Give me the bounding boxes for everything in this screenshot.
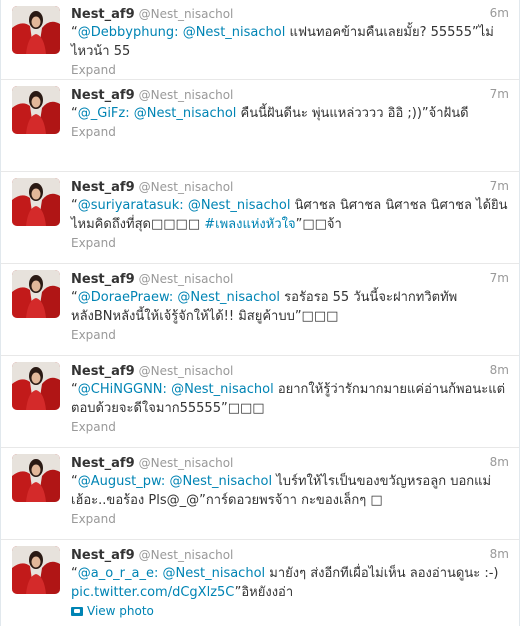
username[interactable]: @Nest_nisachol — [139, 7, 234, 21]
mention-link[interactable]: @Nest_nisachol — [169, 474, 272, 489]
quote-mark: “ — [71, 474, 78, 489]
photo-link[interactable]: pic.twitter.com/dCgXlz5C — [71, 585, 235, 600]
avatar[interactable] — [12, 6, 60, 54]
avatar[interactable] — [12, 362, 60, 410]
tweet-text: “@a_o_r_a_e: @Nest_nisachol มายังๆ ส่งอี… — [71, 564, 509, 602]
tweet-header: Nest_af9 @Nest_nisachol 7m — [71, 177, 509, 195]
avatar[interactable] — [12, 454, 60, 502]
tweet-body-tail: ”อิหยังงอ่า — [234, 585, 294, 600]
tweet-item[interactable]: Nest_af9 @Nest_nisachol 8m “@CHiNGGNN: @N… — [1, 356, 519, 448]
quote-mark: “ — [71, 198, 78, 213]
tweet-content: Nest_af9 @Nest_nisachol 8m “@a_o_r_a_e: @… — [71, 545, 509, 619]
timestamp[interactable]: 7m — [490, 177, 509, 195]
mention-link[interactable]: @DoraePraew: — [78, 290, 174, 305]
expand-link[interactable]: Expand — [71, 62, 509, 78]
tweet-item[interactable]: Nest_af9 @Nest_nisachol 7m “@DoraePraew: … — [1, 264, 519, 356]
tweet-header: Nest_af9 @Nest_nisachol 6m — [71, 4, 509, 22]
tweet-item[interactable]: Nest_af9 @Nest_nisachol 6m “@Debbyphung: … — [1, 0, 519, 80]
mention-link[interactable]: @Nest_nisachol — [134, 106, 237, 121]
mention-link[interactable]: @Nest_nisachol — [177, 290, 280, 305]
quote-mark: “ — [71, 382, 78, 397]
display-name[interactable]: Nest_af9 — [71, 88, 135, 103]
expand-link[interactable]: Expand — [71, 235, 509, 251]
tweet-text: “@suriyaratasuk: @Nest_nisachol นิศาชล น… — [71, 196, 509, 234]
tweet-content: Nest_af9 @Nest_nisachol 7m “@suriyaratasu… — [71, 177, 509, 251]
tweet-item[interactable]: Nest_af9 @Nest_nisachol 7m “@suriyaratasu… — [1, 172, 519, 264]
tweet-body: คืนนี้ฝันดีนะ พุ่นแหล่วววว อิอิ ;))”จ้าฝ… — [236, 106, 469, 121]
username[interactable]: @Nest_nisachol — [139, 548, 234, 562]
timestamp[interactable]: 8m — [490, 545, 509, 563]
tweet-header: Nest_af9 @Nest_nisachol 7m — [71, 85, 509, 103]
tweet-stream: Nest_af9 @Nest_nisachol 6m “@Debbyphung: … — [0, 0, 520, 626]
tweet-body-tail: ”□□จ้า — [295, 217, 342, 232]
username[interactable]: @Nest_nisachol — [139, 456, 234, 470]
tweet-item[interactable]: Nest_af9 @Nest_nisachol 7m “@_GiFz: @Nest… — [1, 80, 519, 172]
avatar[interactable] — [12, 546, 60, 594]
tweet-header: Nest_af9 @Nest_nisachol 7m — [71, 269, 509, 287]
avatar[interactable] — [12, 86, 60, 134]
tweet-text: “@August_pw: @Nest_nisachol ไบร์ทให้ไรเป… — [71, 472, 509, 510]
mention-link[interactable]: @a_o_r_a_e: — [78, 566, 159, 581]
display-name[interactable]: Nest_af9 — [71, 456, 135, 471]
tweet-item[interactable]: Nest_af9 @Nest_nisachol 8m “@August_pw: @… — [1, 448, 519, 540]
display-name[interactable]: Nest_af9 — [71, 548, 135, 563]
timestamp[interactable]: 7m — [490, 85, 509, 103]
mention-link[interactable]: @Debbyphung: — [78, 25, 179, 40]
quote-mark: “ — [71, 566, 78, 581]
tweet-text: “@CHiNGGNN: @Nest_nisachol อยากให้รู้ว่า… — [71, 380, 509, 418]
mention-link[interactable]: @_GiFz: — [78, 106, 130, 121]
mention-link[interactable]: @CHiNGGNN: — [78, 382, 167, 397]
tweet-text: “@Debbyphung: @Nest_nisachol แฟนทอคข้ามค… — [71, 23, 509, 61]
view-photo-label: View photo — [87, 604, 154, 618]
tweet-content: Nest_af9 @Nest_nisachol 6m “@Debbyphung: … — [71, 4, 509, 78]
hashtag-link[interactable]: #เพลงแห่งหัวใจ — [204, 217, 295, 232]
username[interactable]: @Nest_nisachol — [139, 88, 234, 102]
tweet-header: Nest_af9 @Nest_nisachol 8m — [71, 545, 509, 563]
display-name[interactable]: Nest_af9 — [71, 180, 135, 195]
quote-mark: “ — [71, 25, 78, 40]
avatar[interactable] — [12, 178, 60, 226]
tweet-text: “@DoraePraew: @Nest_nisachol รอรัอรอ 55 … — [71, 288, 509, 326]
expand-link[interactable]: Expand — [71, 511, 509, 527]
expand-link[interactable]: Expand — [71, 327, 509, 343]
tweet-content: Nest_af9 @Nest_nisachol 8m “@CHiNGGNN: @N… — [71, 361, 509, 435]
tweet-text: “@_GiFz: @Nest_nisachol คืนนี้ฝันดีนะ พุ… — [71, 104, 509, 123]
tweet-content: Nest_af9 @Nest_nisachol 7m “@_GiFz: @Nest… — [71, 85, 509, 140]
expand-link[interactable]: Expand — [71, 124, 509, 140]
timestamp[interactable]: 8m — [490, 361, 509, 379]
display-name[interactable]: Nest_af9 — [71, 272, 135, 287]
tweet-content: Nest_af9 @Nest_nisachol 7m “@DoraePraew: … — [71, 269, 509, 343]
mention-link[interactable]: @Nest_nisachol — [183, 25, 286, 40]
avatar[interactable] — [12, 270, 60, 318]
quote-mark: “ — [71, 290, 78, 305]
tweet-header: Nest_af9 @Nest_nisachol 8m — [71, 453, 509, 471]
display-name[interactable]: Nest_af9 — [71, 7, 135, 22]
tweet-header: Nest_af9 @Nest_nisachol 8m — [71, 361, 509, 379]
photo-icon — [71, 607, 83, 616]
timestamp[interactable]: 8m — [490, 453, 509, 471]
tweet-item[interactable]: Nest_af9 @Nest_nisachol 8m “@a_o_r_a_e: @… — [1, 540, 519, 630]
mention-link[interactable]: @Nest_nisachol — [171, 382, 274, 397]
tweet-body: มายังๆ ส่งอีกทีเผื่อไม่เห็น ลองอ่านดูนะ … — [265, 566, 499, 581]
timestamp[interactable]: 7m — [490, 269, 509, 287]
username[interactable]: @Nest_nisachol — [139, 272, 234, 286]
tweet-content: Nest_af9 @Nest_nisachol 8m “@August_pw: @… — [71, 453, 509, 527]
timestamp[interactable]: 6m — [490, 4, 509, 22]
expand-link[interactable]: Expand — [71, 419, 509, 435]
view-photo-link[interactable]: View photo — [71, 603, 509, 619]
display-name[interactable]: Nest_af9 — [71, 364, 135, 379]
mention-link[interactable]: @Nest_nisachol — [188, 198, 291, 213]
username[interactable]: @Nest_nisachol — [139, 364, 234, 378]
mention-link[interactable]: @August_pw: — [78, 474, 166, 489]
quote-mark: “ — [71, 106, 78, 121]
mention-link[interactable]: @Nest_nisachol — [163, 566, 266, 581]
mention-link[interactable]: @suriyaratasuk: — [78, 198, 184, 213]
username[interactable]: @Nest_nisachol — [139, 180, 234, 194]
